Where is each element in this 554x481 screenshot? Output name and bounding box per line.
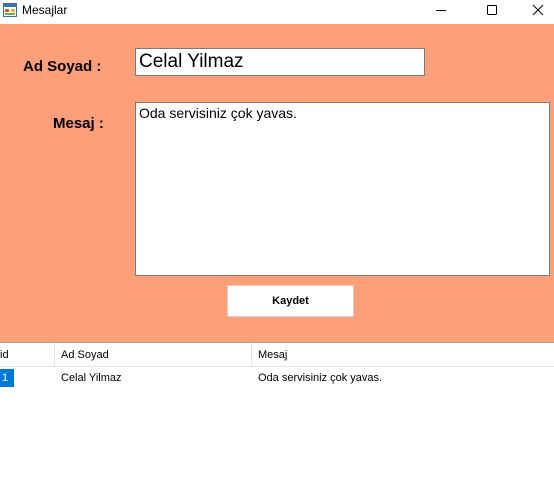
app-window: Mesajlar Ad Soyad : Celal Yilmaz Mesaj :… bbox=[0, 0, 554, 481]
window-title: Mesajlar bbox=[22, 3, 68, 17]
minimize-icon bbox=[435, 3, 447, 21]
app-window-icon bbox=[3, 3, 17, 17]
close-icon bbox=[532, 3, 544, 21]
minimize-button[interactable] bbox=[418, 0, 464, 24]
name-input[interactable]: Celal Yilmaz bbox=[135, 48, 425, 76]
messages-grid[interactable]: id Ad Soyad Mesaj 1 Celal Yilmaz Oda ser… bbox=[0, 342, 554, 481]
cell-name[interactable]: Celal Yilmaz bbox=[61, 369, 241, 387]
maximize-icon bbox=[486, 3, 498, 21]
save-button[interactable]: Kaydet bbox=[227, 285, 354, 317]
name-label: Ad Soyad : bbox=[23, 58, 102, 75]
column-header-id[interactable]: id bbox=[0, 343, 55, 367]
cell-id[interactable]: 1 bbox=[0, 369, 14, 387]
column-header-name[interactable]: Ad Soyad bbox=[55, 343, 252, 367]
message-label: Mesaj : bbox=[53, 115, 104, 132]
cell-message[interactable]: Oda servisiniz çok yavas. bbox=[258, 369, 548, 387]
message-textarea[interactable]: Oda servisiniz çok yavas. bbox=[135, 102, 550, 276]
table-row[interactable]: 1 Celal Yilmaz Oda servisiniz çok yavas. bbox=[0, 369, 554, 389]
title-bar: Mesajlar bbox=[0, 0, 554, 24]
grid-header: id Ad Soyad Mesaj bbox=[0, 343, 554, 367]
form-panel: Ad Soyad : Celal Yilmaz Mesaj : Oda serv… bbox=[0, 24, 554, 342]
maximize-button[interactable] bbox=[469, 0, 515, 24]
close-button[interactable] bbox=[515, 0, 554, 24]
column-header-message[interactable]: Mesaj bbox=[252, 343, 554, 367]
